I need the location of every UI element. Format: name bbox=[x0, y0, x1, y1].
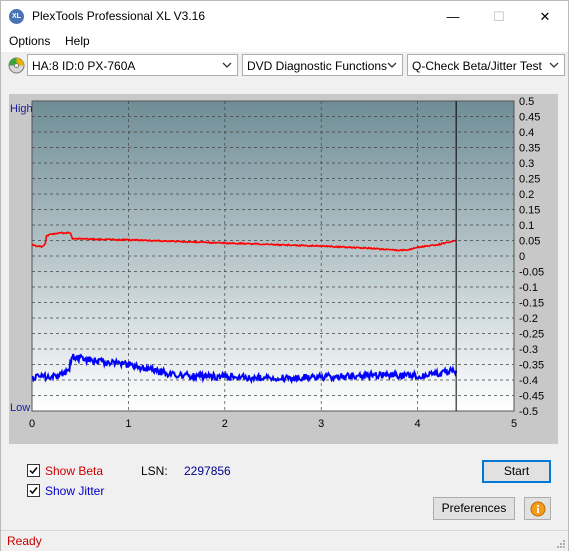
info-button[interactable] bbox=[524, 497, 551, 520]
x-tick-label: 4 bbox=[415, 418, 421, 430]
show-jitter-label[interactable]: Show Jitter bbox=[45, 484, 104, 498]
checkmark-icon bbox=[29, 467, 38, 475]
y-tick-label: -0.1 bbox=[519, 282, 538, 294]
control-panel: Show Beta Show Jitter LSN: 2297856 Start… bbox=[9, 453, 560, 525]
chevron-down-icon bbox=[549, 62, 559, 68]
menu-help[interactable]: Help bbox=[65, 34, 90, 48]
x-tick-label: 2 bbox=[222, 418, 228, 430]
title-bar[interactable]: XL PlexTools Professional XL V3.16 — ☐ ✕ bbox=[1, 1, 568, 32]
y-tick-label: -0.3 bbox=[519, 344, 538, 356]
y-tick-label: -0.45 bbox=[519, 391, 544, 403]
y-tick-label: 0.35 bbox=[519, 143, 540, 155]
menu-bar: Options Help bbox=[1, 32, 568, 52]
x-tick-label: 0 bbox=[29, 418, 35, 430]
close-button[interactable]: ✕ bbox=[522, 1, 568, 32]
window-title: PlexTools Professional XL V3.16 bbox=[32, 9, 205, 23]
start-button[interactable]: Start bbox=[482, 460, 551, 483]
status-text: Ready bbox=[7, 534, 42, 548]
minimize-button[interactable]: — bbox=[430, 1, 476, 32]
lsn-value: 2297856 bbox=[184, 464, 231, 478]
chart-panel: High Low 0 1 2 3 4 5 0.5 0.45 0.4 0.35 0.3 0.25 0.2… bbox=[9, 94, 558, 444]
toolbar: HA:8 ID:0 PX-760A DVD Diagnostic Functio… bbox=[1, 53, 568, 79]
y-tick-label: -0.4 bbox=[519, 375, 538, 387]
y-tick-label: 0.25 bbox=[519, 174, 540, 186]
info-icon bbox=[530, 501, 545, 517]
y-tick-label: 0.5 bbox=[519, 96, 534, 108]
y-tick-label: 0.4 bbox=[519, 127, 534, 139]
lsn-label: LSN: bbox=[141, 464, 168, 478]
y-tick-label: 0.3 bbox=[519, 158, 534, 170]
x-tick-label: 3 bbox=[318, 418, 324, 430]
y-tick-label: 0.45 bbox=[519, 112, 540, 124]
function-select-value: DVD Diagnostic Functions bbox=[247, 59, 388, 73]
y-tick-label: 0.15 bbox=[519, 205, 540, 217]
menu-options[interactable]: Options bbox=[9, 34, 50, 48]
y-tick-label: -0.05 bbox=[519, 267, 544, 279]
app-logo-icon: XL bbox=[9, 9, 24, 24]
checkmark-icon bbox=[29, 487, 38, 495]
function-select[interactable]: DVD Diagnostic Functions bbox=[242, 54, 403, 76]
y-tick-label: -0.5 bbox=[519, 406, 538, 418]
test-select-value: Q-Check Beta/Jitter Test bbox=[412, 59, 542, 73]
resize-grip-icon[interactable] bbox=[556, 539, 566, 549]
test-select[interactable]: Q-Check Beta/Jitter Test bbox=[407, 54, 565, 76]
x-tick-label: 5 bbox=[511, 418, 517, 430]
show-beta-label[interactable]: Show Beta bbox=[45, 464, 103, 478]
beta-jitter-chart: High Low 0 1 2 3 4 5 0.5 0.45 0.4 0.35 0.3 0.25 0.2… bbox=[10, 96, 544, 430]
y-tick-label: 0.1 bbox=[519, 220, 534, 232]
y-tick-label: -0.15 bbox=[519, 298, 544, 310]
axis-high-label: High bbox=[10, 103, 33, 115]
chevron-down-icon bbox=[387, 62, 397, 68]
y-tick-label: 0.05 bbox=[519, 236, 540, 248]
show-beta-checkbox[interactable] bbox=[27, 464, 40, 477]
y-tick-label: 0 bbox=[519, 251, 525, 263]
maximize-button[interactable]: ☐ bbox=[476, 1, 522, 32]
x-tick-label: 1 bbox=[125, 418, 131, 430]
drive-select-value: HA:8 ID:0 PX-760A bbox=[32, 59, 136, 73]
y-tick-label: -0.2 bbox=[519, 313, 538, 325]
drive-select[interactable]: HA:8 ID:0 PX-760A bbox=[27, 54, 238, 76]
disc-drive-icon bbox=[8, 57, 25, 74]
y-tick-label: -0.35 bbox=[519, 360, 544, 372]
chevron-down-icon bbox=[222, 62, 232, 68]
y-tick-label: -0.25 bbox=[519, 329, 544, 341]
y-tick-label: 0.2 bbox=[519, 189, 534, 201]
app-window: XL PlexTools Professional XL V3.16 — ☐ ✕… bbox=[0, 0, 569, 551]
axis-low-label: Low bbox=[10, 402, 30, 414]
status-bar: Ready bbox=[1, 530, 568, 551]
show-jitter-checkbox[interactable] bbox=[27, 484, 40, 497]
preferences-button[interactable]: Preferences bbox=[433, 497, 515, 520]
